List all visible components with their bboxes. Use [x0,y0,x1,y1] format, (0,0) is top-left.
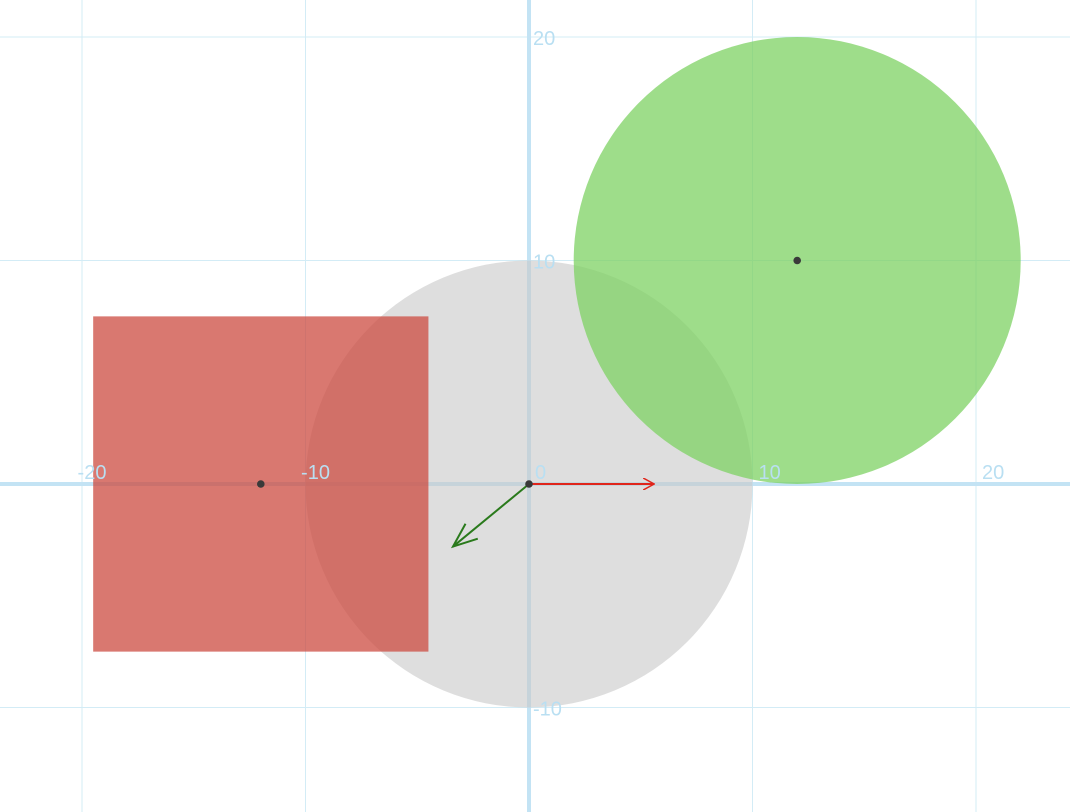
y-tick-label: 10 [533,252,555,274]
x-tick-label: 10 [759,462,781,484]
point-green-circle-center [793,256,801,265]
coordinate-plane: -20 -10 0 10 20 20 10 -10 [0,0,1070,812]
shapes [93,37,1021,708]
y-tick-label: -10 [533,699,562,721]
x-tick-label: -10 [301,462,330,484]
x-tick-label: 20 [982,462,1004,484]
point-origin [525,480,533,488]
x-tick-label: -20 [78,462,107,484]
point-square-center [257,480,265,488]
x-tick-label: 0 [535,462,546,484]
y-tick-label: 20 [533,28,555,50]
